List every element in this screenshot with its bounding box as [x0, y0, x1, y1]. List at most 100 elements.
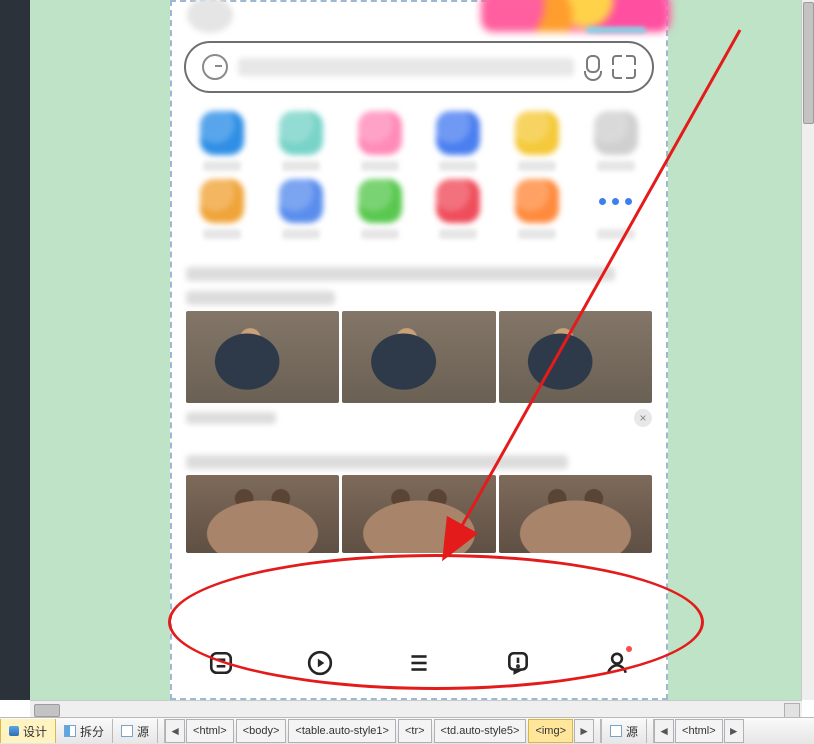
feed-image[interactable]: [186, 311, 339, 403]
breadcrumb-label: <body>: [243, 725, 280, 737]
breadcrumb-nav-right[interactable]: ►: [574, 719, 594, 743]
app-shortcut[interactable]: [343, 111, 416, 171]
tab-alert[interactable]: [501, 646, 535, 680]
breadcrumb-item[interactable]: <tr>: [398, 719, 432, 743]
dismiss-feed-button[interactable]: ×: [634, 409, 652, 427]
more-apps-icon[interactable]: [594, 179, 638, 223]
editor-viewport: ×: [0, 0, 814, 744]
app-label: [597, 161, 635, 171]
app-tile-icon: [515, 179, 559, 223]
feed-image[interactable]: [499, 475, 652, 553]
breadcrumb-item[interactable]: <table.auto-style1>: [288, 719, 396, 743]
feed-image-row-1[interactable]: [186, 311, 652, 403]
search-bar[interactable]: [184, 41, 654, 93]
separator: [158, 719, 165, 743]
view-tab-source[interactable]: 源: [113, 719, 158, 743]
breadcrumb-label: <tr>: [405, 725, 425, 737]
app-shortcut[interactable]: [265, 111, 338, 171]
design-surface[interactable]: ×: [30, 0, 802, 700]
view-tab-label: 设计: [23, 723, 47, 740]
breadcrumb-nav-left[interactable]: ◄: [165, 719, 185, 743]
status-bar: 设计 拆分 源 ◄ <html> <body> <table.auto-style1…: [0, 717, 814, 744]
tab-feed[interactable]: [204, 646, 238, 680]
view-tab-split[interactable]: 拆分: [56, 719, 113, 743]
app-label: [361, 229, 399, 239]
app-tile-icon: [200, 179, 244, 223]
app-tile-icon: [200, 111, 244, 155]
app-tile-icon: [358, 179, 402, 223]
view-tab-label: 源: [626, 723, 638, 740]
source-icon: [121, 725, 133, 737]
feed-caption: [186, 412, 276, 424]
breadcrumb-trail: <html> <body> <table.auto-style1> <tr> <td.a…: [185, 719, 574, 743]
feed-image[interactable]: [342, 311, 495, 403]
app-tile-icon: [515, 111, 559, 155]
app-shortcut[interactable]: [343, 179, 416, 239]
app-shortcut[interactable]: [422, 111, 495, 171]
app-shortcut[interactable]: [422, 179, 495, 239]
app-shortcut[interactable]: [501, 111, 574, 171]
app-tile-icon: [594, 111, 638, 155]
feed-heading: [186, 267, 652, 305]
feed-title-line1: [186, 267, 615, 281]
breadcrumb-label: <img>: [535, 725, 566, 737]
feed-caption-row: ×: [186, 409, 652, 427]
app-label: [361, 161, 399, 171]
tab-menu[interactable]: [402, 646, 436, 680]
mobile-page-preview: ×: [170, 0, 668, 700]
app-shortcut[interactable]: [186, 111, 259, 171]
promo-banner-underline: [586, 27, 646, 33]
app-shortcut[interactable]: [579, 179, 652, 239]
scroll-thumb[interactable]: [34, 704, 60, 717]
vertical-scrollbar[interactable]: [801, 0, 814, 700]
feed-image[interactable]: [186, 475, 339, 553]
chevron-left-icon: ◄: [658, 724, 670, 738]
tab-profile[interactable]: [600, 646, 634, 680]
scan-icon[interactable]: [612, 55, 636, 79]
app-tile-icon: [436, 179, 480, 223]
breadcrumb2-item[interactable]: <html>: [675, 719, 723, 743]
breadcrumb-item[interactable]: <html>: [186, 719, 234, 743]
app-shortcut[interactable]: [579, 111, 652, 171]
breadcrumb2-nav-left[interactable]: ◄: [654, 719, 674, 743]
app-label: [597, 229, 635, 239]
view-tab-source-right[interactable]: 源: [601, 719, 647, 743]
header-row: [172, 2, 666, 27]
breadcrumb2-nav-right[interactable]: ►: [724, 719, 744, 743]
app-shortcut[interactable]: [186, 179, 259, 239]
feed-image-row-2[interactable]: [186, 475, 652, 553]
feed-image[interactable]: [342, 475, 495, 553]
chevron-left-icon: ◄: [169, 724, 181, 738]
app-tile-icon: [279, 179, 323, 223]
breadcrumb-item[interactable]: <body>: [236, 719, 287, 743]
avatar[interactable]: [187, 0, 233, 33]
feed-heading-2: [186, 455, 652, 469]
feed-title-line2: [186, 291, 335, 305]
app-label: [518, 229, 556, 239]
breadcrumb-label: <html>: [682, 725, 716, 737]
scroll-thumb[interactable]: [803, 2, 814, 124]
app-label: [203, 229, 241, 239]
breadcrumb-item[interactable]: <td.auto-style5>: [434, 719, 527, 743]
view-tab-label: 源: [137, 723, 149, 740]
app-label: [203, 161, 241, 171]
app-shortcut[interactable]: [501, 179, 574, 239]
search-input[interactable]: [238, 58, 574, 76]
app-label: [439, 161, 477, 171]
app-shortcut-grid: [172, 93, 666, 243]
tab-play[interactable]: [303, 646, 337, 680]
app-shortcut[interactable]: [265, 179, 338, 239]
chevron-right-icon: ►: [578, 724, 590, 738]
search-icon: [202, 54, 228, 80]
feed-image[interactable]: [499, 311, 652, 403]
app-label: [282, 229, 320, 239]
split-icon: [64, 725, 76, 737]
breadcrumb-label: <td.auto-style5>: [441, 725, 520, 737]
design-icon: [9, 726, 19, 736]
design-canvas-area: ×: [0, 0, 814, 700]
breadcrumb-label: <html>: [193, 725, 227, 737]
separator: [647, 719, 654, 743]
breadcrumb-item[interactable]: <img>: [528, 719, 573, 743]
mic-icon[interactable]: [584, 55, 602, 79]
view-tab-design[interactable]: 设计: [0, 719, 56, 743]
